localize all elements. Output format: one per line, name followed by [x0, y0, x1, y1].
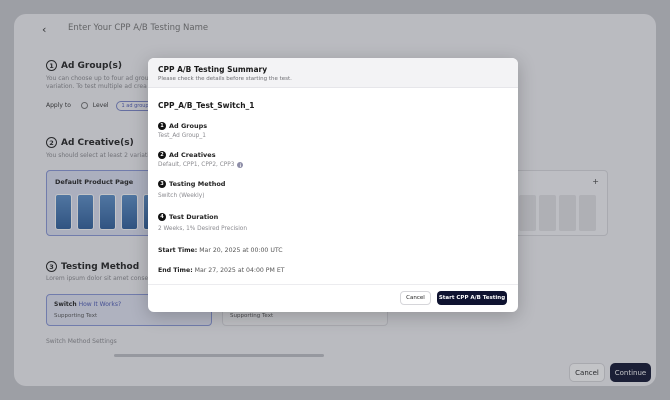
- step-number-badge: 1: [158, 122, 166, 130]
- summary-item-heading: 1 Ad Groups: [158, 122, 207, 130]
- end-time-label: End Time:: [158, 267, 193, 274]
- modal-footer: Cancel Start CPP A/B Testing: [148, 284, 518, 312]
- summary-item-value: Test_Ad Group_1: [158, 133, 206, 139]
- summary-item-heading: 4 Test Duration: [158, 213, 218, 221]
- modal-subtitle: Please check the details before starting…: [158, 76, 292, 82]
- end-time-row: End Time: Mar 27, 2025 at 04:00 PM ET: [158, 267, 285, 274]
- summary-item-heading: 3 Testing Method: [158, 180, 225, 188]
- start-time-value: Mar 20, 2025 at 00:00 UTC: [199, 247, 283, 254]
- modal-header: CPP A/B Testing Summary Please check the…: [148, 58, 518, 88]
- summary-item-value: Default, CPP1, CPP2, CPP3 i: [158, 162, 244, 168]
- info-icon[interactable]: i: [237, 162, 244, 168]
- step-number-badge: 2: [158, 151, 166, 159]
- modal-cancel-button[interactable]: Cancel: [400, 291, 431, 305]
- test-name: CPP_A/B_Test_Switch_1: [158, 101, 255, 110]
- summary-item-value: Switch (Weekly): [158, 193, 205, 199]
- step-number-badge: 3: [158, 180, 166, 188]
- start-testing-button[interactable]: Start CPP A/B Testing: [437, 291, 507, 305]
- modal-title: CPP A/B Testing Summary: [158, 65, 268, 74]
- step-number-badge: 4: [158, 213, 166, 221]
- summary-item-heading: 2 Ad Creatives: [158, 151, 216, 159]
- summary-item-value: 2 Weeks, 1% Desired Precision: [158, 226, 248, 232]
- end-time-value: Mar 27, 2025 at 04:00 PM ET: [194, 267, 285, 274]
- start-time-label: Start Time:: [158, 247, 198, 254]
- start-time-row: Start Time: Mar 20, 2025 at 00:00 UTC: [158, 247, 283, 254]
- summary-modal: CPP A/B Testing Summary Please check the…: [148, 58, 518, 312]
